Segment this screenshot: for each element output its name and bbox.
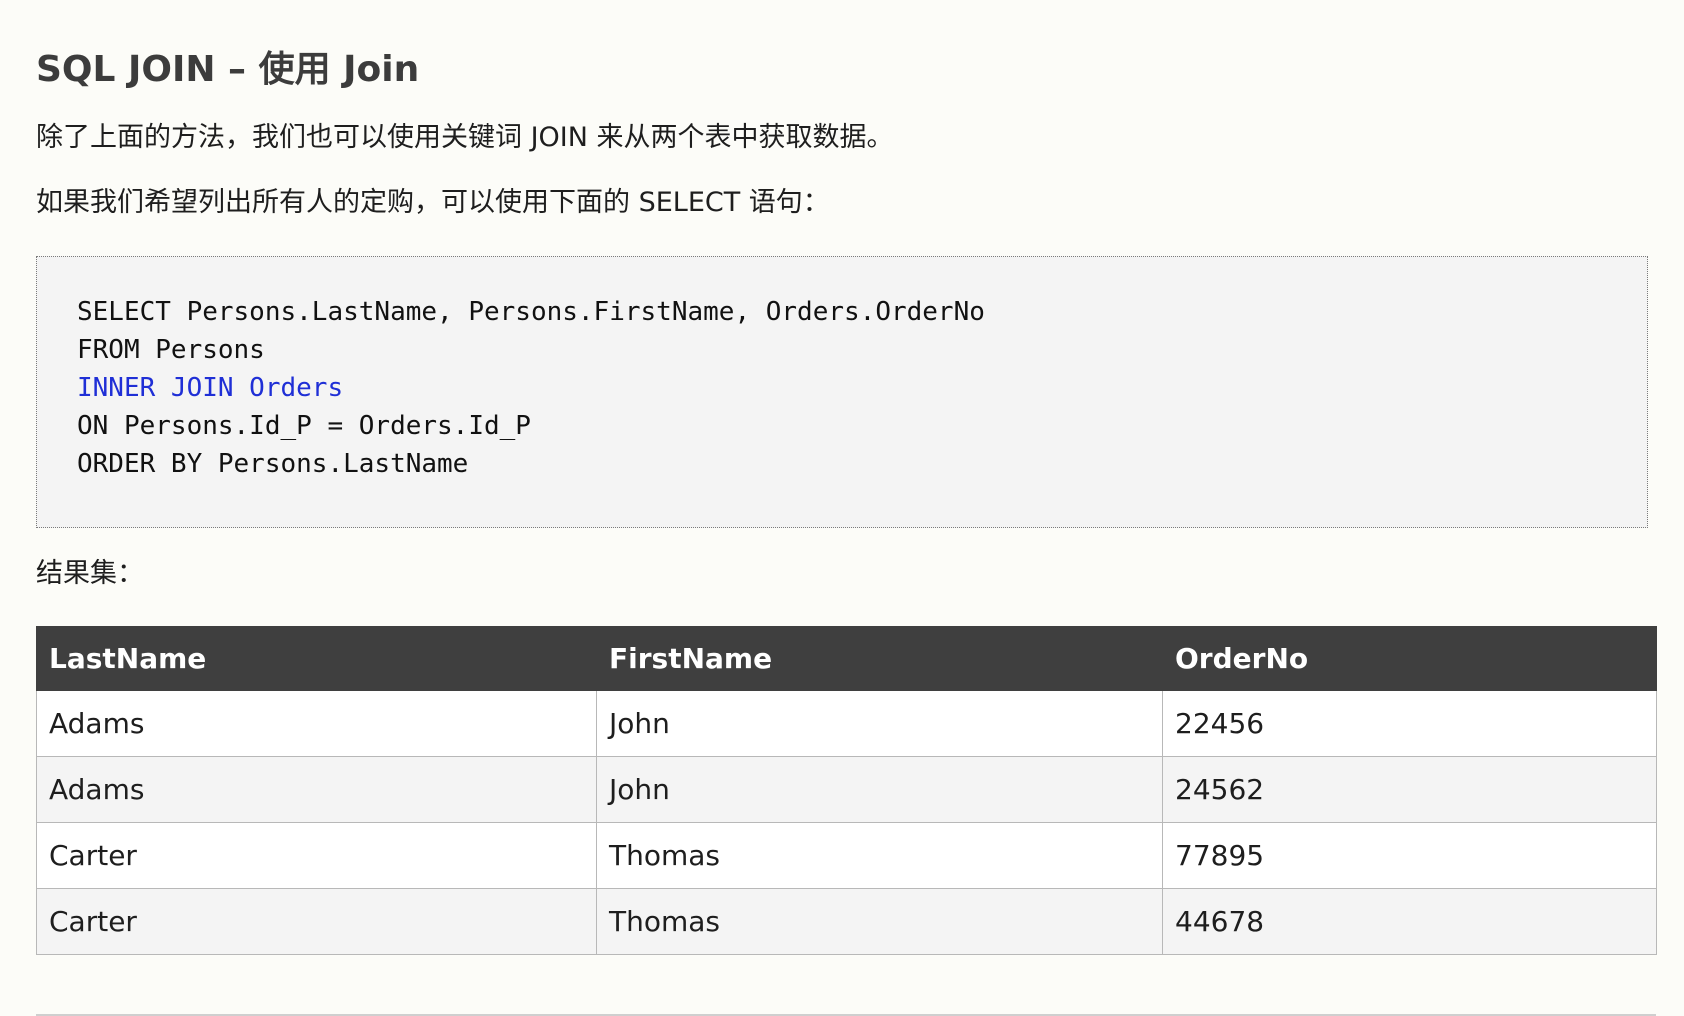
cell-firstname: John — [596, 690, 1163, 757]
cell-lastname: Carter — [36, 822, 597, 889]
table-row: Carter Thomas 44678 — [36, 888, 1657, 955]
column-header-lastname: LastName — [36, 626, 597, 691]
cell-lastname: Adams — [36, 690, 597, 757]
cell-orderno: 44678 — [1162, 888, 1657, 955]
code-line-highlighted: INNER JOIN Orders — [77, 373, 344, 403]
code-line: SELECT Persons.LastName, Persons.FirstNa… — [77, 297, 985, 327]
code-line: ON Persons.Id_P = Orders.Id_P — [77, 411, 531, 441]
cell-firstname: John — [596, 756, 1163, 823]
table-row: Adams John 24562 — [36, 756, 1657, 823]
cell-firstname: Thomas — [596, 822, 1163, 889]
column-header-firstname: FirstName — [596, 626, 1163, 691]
code-line: ORDER BY Persons.LastName — [77, 449, 469, 479]
select-intro-paragraph: 如果我们希望列出所有人的定购，可以使用下面的 SELECT 语句： — [36, 187, 830, 218]
cell-firstname: Thomas — [596, 888, 1163, 955]
cell-orderno: 77895 — [1162, 822, 1657, 889]
cell-lastname: Carter — [36, 888, 597, 955]
column-header-orderno: OrderNo — [1162, 626, 1657, 691]
section-heading: SQL JOIN – 使用 Join — [36, 49, 420, 90]
code-line: FROM Persons — [77, 335, 265, 365]
cell-orderno: 22456 — [1162, 690, 1657, 757]
result-label: 结果集： — [36, 558, 144, 589]
table-row: Carter Thomas 77895 — [36, 822, 1657, 889]
code-example: SELECT Persons.LastName, Persons.FirstNa… — [36, 256, 1648, 528]
table-header-row: LastName FirstName OrderNo — [36, 626, 1657, 691]
cell-orderno: 24562 — [1162, 756, 1657, 823]
result-table: LastName FirstName OrderNo Adams John 22… — [36, 626, 1657, 955]
intro-paragraph: 除了上面的方法，我们也可以使用关键词 JOIN 来从两个表中获取数据。 — [36, 122, 894, 153]
cell-lastname: Adams — [36, 756, 597, 823]
table-row: Adams John 22456 — [36, 690, 1657, 757]
